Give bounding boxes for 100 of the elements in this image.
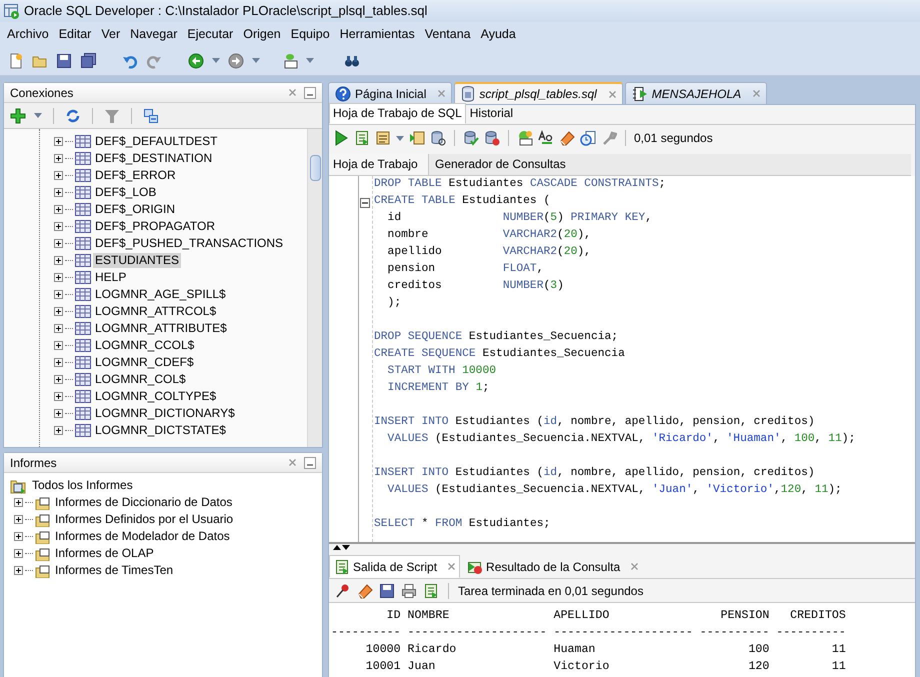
expand-icon[interactable]: [54, 358, 63, 367]
rollback-icon[interactable]: [484, 130, 500, 146]
expand-icon[interactable]: [54, 392, 63, 401]
expand-icon[interactable]: [54, 171, 63, 180]
close-icon[interactable]: [608, 90, 616, 98]
output-tab[interactable]: Salida de Script: [329, 555, 460, 578]
tree-item[interactable]: DEF$_PUSHED_TRANSACTIONS: [93, 236, 286, 251]
run-icon[interactable]: [333, 130, 349, 146]
expand-icon[interactable]: [54, 188, 63, 197]
expand-icon[interactable]: [14, 532, 23, 541]
menu-item[interactable]: Ver: [96, 24, 126, 44]
expand-icon[interactable]: [54, 239, 63, 248]
menu-item[interactable]: Archivo: [2, 24, 54, 44]
eraser-icon[interactable]: [559, 130, 575, 146]
tree-item[interactable]: DEF$_PROPAGATOR: [93, 219, 218, 234]
run-script-icon[interactable]: [354, 130, 370, 146]
sql-tuning-icon[interactable]: [430, 130, 446, 146]
tree-item[interactable]: DEF$_DESTINATION: [93, 151, 214, 166]
tree-item[interactable]: Informes de OLAP: [53, 546, 156, 561]
save-icon[interactable]: [56, 52, 72, 68]
tab[interactable]: Generador de Consultas: [429, 154, 570, 175]
caret-icon[interactable]: [252, 58, 260, 63]
menu-item[interactable]: Ayuda: [476, 24, 521, 44]
save-all-icon[interactable]: [80, 52, 96, 68]
close-icon[interactable]: [448, 563, 456, 570]
autotrace-icon[interactable]: [409, 130, 425, 146]
expand-icon[interactable]: [54, 205, 63, 214]
sql-database-icon[interactable]: [282, 52, 298, 68]
expand-icon[interactable]: [54, 426, 63, 435]
tree-item[interactable]: DEF$_LOB: [93, 185, 158, 200]
sql-worksheet-icon[interactable]: [517, 130, 533, 146]
menu-item[interactable]: Ejecutar: [182, 24, 238, 44]
close-icon[interactable]: [631, 563, 638, 570]
tree-item[interactable]: LOGMNR_ATTRIBUTE$: [93, 321, 229, 336]
tab[interactable]: Hoja de Trabajo: [329, 154, 429, 175]
refresh-icon[interactable]: [65, 108, 81, 124]
tree-item[interactable]: LOGMNR_COL$: [93, 372, 188, 387]
collapse-all-icon[interactable]: [143, 108, 159, 124]
tab[interactable]: Hoja de Trabajo de SQL: [329, 103, 466, 124]
tree-item[interactable]: DEF$_ORIGIN: [93, 202, 178, 217]
menu-item[interactable]: Origen: [238, 24, 286, 44]
editor-tab[interactable]: Página Inicial: [328, 82, 452, 104]
expand-icon[interactable]: [54, 307, 63, 316]
menu-item[interactable]: Herramientas: [334, 24, 420, 44]
tree-item[interactable]: Informes de Diccionario de Datos: [53, 495, 234, 510]
tab[interactable]: Historial: [466, 103, 518, 124]
fold-icon[interactable]: [360, 198, 370, 208]
explain-plan-icon[interactable]: [375, 130, 391, 146]
expand-icon[interactable]: [14, 566, 23, 575]
commit-icon[interactable]: [463, 130, 479, 146]
caret-icon[interactable]: [396, 136, 404, 140]
tree-item[interactable]: LOGMNR_AGE_SPILL$: [93, 287, 228, 302]
tree-item[interactable]: LOGMNR_CDEF$: [93, 355, 196, 370]
eraser-icon[interactable]: [357, 582, 373, 598]
close-icon[interactable]: [289, 459, 296, 466]
editor-tab[interactable]: MENSAJEHOLA: [624, 82, 768, 104]
expand-icon[interactable]: [14, 549, 23, 558]
expand-icon[interactable]: [54, 375, 63, 384]
history-icon[interactable]: [580, 130, 596, 146]
menu-item[interactable]: Ventana: [420, 24, 476, 44]
tree-item[interactable]: LOGMNR_DICTSTATE$: [93, 423, 228, 438]
add-icon[interactable]: [10, 108, 26, 124]
menu-item[interactable]: Navegar: [125, 24, 182, 44]
caret-icon[interactable]: [34, 113, 42, 118]
tree-item[interactable]: LOGMNR_CCOL$: [93, 338, 196, 353]
expand-icon[interactable]: [54, 273, 63, 282]
splitter-arrows-icon[interactable]: [333, 544, 353, 550]
expand-icon[interactable]: [54, 256, 63, 265]
caret-icon[interactable]: [306, 58, 314, 63]
expand-icon[interactable]: [14, 498, 23, 507]
expand-icon[interactable]: [14, 515, 23, 524]
tree-item[interactable]: Todos los Informes: [30, 478, 135, 493]
output-tab[interactable]: Resultado de la Consulta: [462, 555, 644, 578]
scrollbar[interactable]: [307, 129, 322, 447]
tree-item[interactable]: LOGMNR_ATTRCOL$: [93, 304, 218, 319]
expand-icon[interactable]: [54, 341, 63, 350]
letter-case-icon[interactable]: [538, 130, 554, 146]
menu-item[interactable]: Equipo: [286, 24, 335, 44]
tree-item[interactable]: DEF$_ERROR: [93, 168, 178, 183]
caret-icon[interactable]: [212, 58, 220, 63]
tree-item[interactable]: ESTUDIANTES: [93, 253, 182, 268]
expand-icon[interactable]: [54, 324, 63, 333]
tree-item[interactable]: Informes Definidos por el Usuario: [53, 512, 236, 527]
tree-item[interactable]: Informes de Modelador de Datos: [53, 529, 232, 544]
editor-tab[interactable]: script_plsql_tables.sql: [454, 82, 623, 104]
run-script-icon[interactable]: [423, 582, 439, 598]
menu-item[interactable]: Editar: [54, 24, 96, 44]
printer-icon[interactable]: [401, 582, 417, 598]
minimize-icon[interactable]: [304, 86, 316, 98]
expand-icon[interactable]: [54, 222, 63, 231]
expand-icon[interactable]: [54, 154, 63, 163]
tree-item[interactable]: LOGMNR_DICTIONARY$: [93, 406, 237, 421]
save-icon[interactable]: [379, 582, 395, 598]
pin-icon[interactable]: [335, 582, 351, 598]
tree-item[interactable]: DEF$_DEFAULTDEST: [93, 134, 220, 149]
new-file-icon[interactable]: [8, 52, 24, 68]
expand-icon[interactable]: [54, 137, 63, 146]
minimize-icon[interactable]: [304, 456, 316, 468]
tree-item[interactable]: LOGMNR_COLTYPE$: [93, 389, 218, 404]
tree-item[interactable]: HELP: [93, 270, 128, 285]
